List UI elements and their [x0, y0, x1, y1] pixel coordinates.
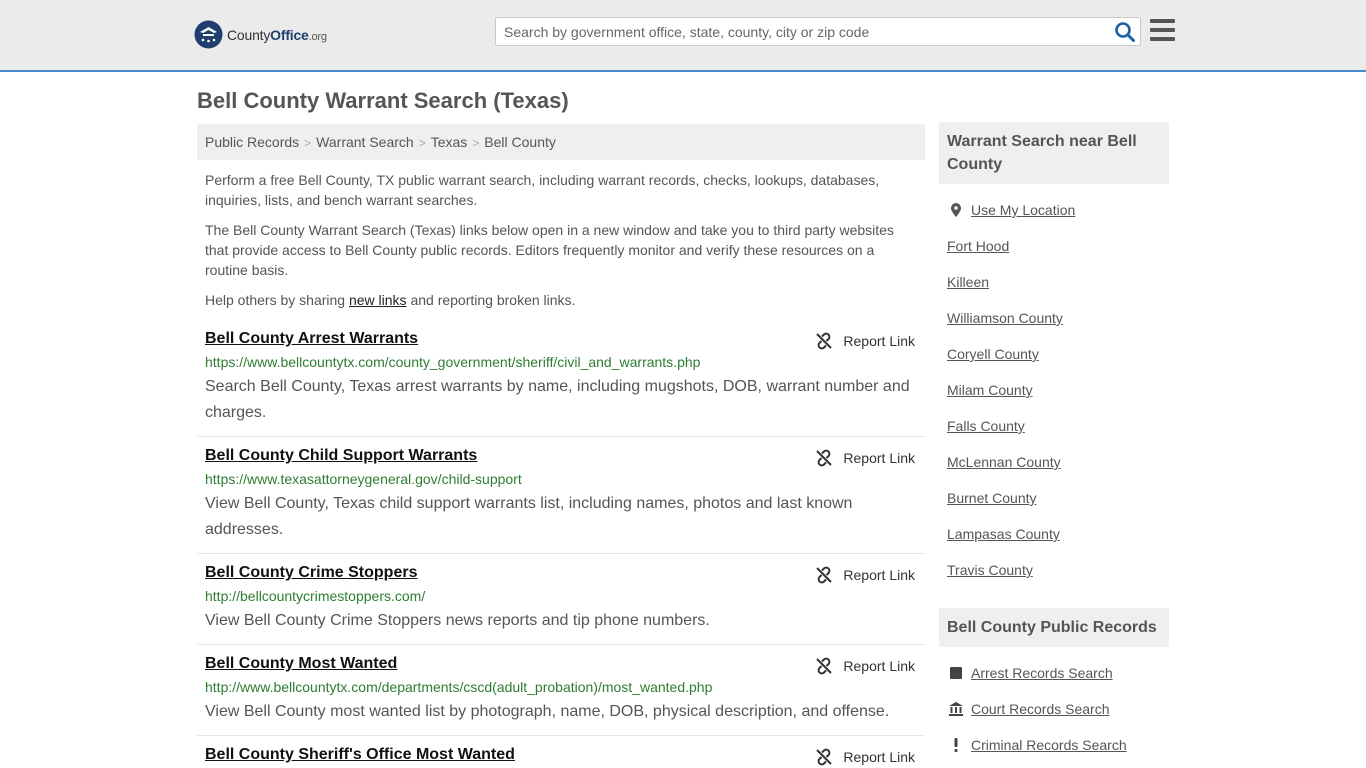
report-link-button[interactable]: Report Link	[815, 332, 915, 350]
county-office-seal-icon	[194, 20, 223, 49]
listing-item: Bell County Sheriff's Office Most Wanted…	[197, 746, 925, 768]
search-box	[495, 17, 1141, 46]
report-link-label: Report Link	[843, 749, 915, 765]
listing-url: http://bellcountycrimestoppers.com/	[205, 588, 426, 604]
search-input[interactable]	[496, 18, 1106, 45]
sidebar-link-williamson-county[interactable]: Williamson County	[947, 310, 1063, 326]
listing-title-link[interactable]: Bell County Crime Stoppers	[205, 564, 417, 582]
breadcrumb-item-public-records[interactable]: Public Records	[205, 134, 299, 150]
listing-title-link[interactable]: Bell County Child Support Warrants	[205, 447, 477, 465]
listing-description: View Bell County most wanted list by pho…	[205, 703, 890, 720]
broken-link-icon	[816, 332, 833, 350]
intro-paragraph: Perform a free Bell County, TX public wa…	[205, 172, 880, 208]
broken-link-icon	[816, 748, 833, 766]
sidebar-link-falls-county[interactable]: Falls County	[947, 418, 1025, 434]
report-link-button[interactable]: Report Link	[815, 748, 915, 766]
page-title: Bell County Warrant Search (Texas)	[197, 88, 569, 113]
listing-description: View Bell County Crime Stoppers news rep…	[205, 612, 710, 629]
breadcrumb-item-texas[interactable]: Texas	[431, 134, 468, 150]
search-icon[interactable]	[1114, 21, 1136, 43]
report-link-button[interactable]: Report Link	[815, 566, 915, 584]
broken-link-icon	[816, 449, 833, 467]
listing-item: Bell County Crime Stoppers Report Link h…	[197, 564, 925, 645]
listing-url: http://www.bellcountytx.com/departments/…	[205, 679, 713, 695]
sidebar-heading-nearby: Warrant Search near Bell County	[939, 122, 1169, 184]
logo[interactable]: CountyOffice.org	[194, 20, 327, 49]
site-header: CountyOffice.org	[0, 0, 1366, 72]
share-paragraph: Help others by sharing new links and rep…	[205, 292, 576, 308]
listing-item: Bell County Most Wanted Report Link http…	[197, 655, 925, 736]
location-pin-icon	[951, 203, 961, 217]
report-link-button[interactable]: Report Link	[815, 449, 915, 467]
broken-link-icon	[816, 566, 833, 584]
report-link-label: Report Link	[843, 333, 915, 349]
listing-item: Bell County Child Support Warrants Repor…	[197, 447, 925, 554]
breadcrumb-separator: >	[418, 136, 426, 150]
breadcrumb-separator: >	[304, 136, 312, 150]
sidebar-link-coryell-county[interactable]: Coryell County	[947, 346, 1039, 362]
breadcrumb-item-bell-county[interactable]: Bell County	[484, 134, 556, 150]
exclamation-icon	[954, 738, 958, 752]
use-my-location-link[interactable]: Use My Location	[971, 202, 1075, 218]
listing-title-link[interactable]: Bell County Sheriff's Office Most Wanted	[205, 746, 515, 764]
sidebar-heading-public-records: Bell County Public Records	[939, 608, 1169, 647]
breadcrumb-separator: >	[472, 136, 480, 150]
courthouse-icon	[949, 702, 963, 716]
new-links-link[interactable]: new links	[349, 292, 407, 308]
sidebar-link-lampasas-county[interactable]: Lampasas County	[947, 526, 1060, 542]
logo-text: CountyOffice.org	[227, 26, 327, 43]
report-link-button[interactable]: Report Link	[815, 657, 915, 675]
listing-url: https://www.texasattorneygeneral.gov/chi…	[205, 471, 522, 487]
square-icon	[950, 667, 962, 679]
report-link-label: Report Link	[843, 450, 915, 466]
sidebar-link-burnet-county[interactable]: Burnet County	[947, 490, 1037, 506]
sidebar-link-court-records[interactable]: Court Records Search	[971, 701, 1110, 717]
listing-title-link[interactable]: Bell County Arrest Warrants	[205, 330, 418, 348]
broken-link-icon	[816, 657, 833, 675]
listing-item: Bell County Arrest Warrants Report Link …	[197, 330, 925, 437]
breadcrumb: Public Records > Warrant Search > Texas > Bell…	[197, 124, 925, 160]
listing-title-link[interactable]: Bell County Most Wanted	[205, 655, 397, 673]
sidebar-link-fort-hood[interactable]: Fort Hood	[947, 238, 1009, 254]
sidebar-link-travis-county[interactable]: Travis County	[947, 562, 1033, 578]
report-link-label: Report Link	[843, 658, 915, 674]
listing-url: https://www.bellcountytx.com/county_gove…	[205, 354, 701, 370]
sidebar-link-criminal-records[interactable]: Criminal Records Search	[971, 737, 1127, 753]
sidebar-link-mclennan-county[interactable]: McLennan County	[947, 454, 1061, 470]
listing-description: Search Bell County, Texas arrest warrant…	[205, 378, 910, 421]
listing-description: View Bell County, Texas child support wa…	[205, 495, 853, 538]
disclaimer-paragraph: The Bell County Warrant Search (Texas) l…	[205, 222, 894, 278]
sidebar-link-arrest-records[interactable]: Arrest Records Search	[971, 665, 1113, 681]
breadcrumb-item-warrant-search[interactable]: Warrant Search	[316, 134, 414, 150]
sidebar-link-killeen[interactable]: Killeen	[947, 274, 989, 290]
sidebar-link-milam-county[interactable]: Milam County	[947, 382, 1033, 398]
report-link-label: Report Link	[843, 567, 915, 583]
hamburger-menu-icon[interactable]	[1150, 19, 1175, 41]
